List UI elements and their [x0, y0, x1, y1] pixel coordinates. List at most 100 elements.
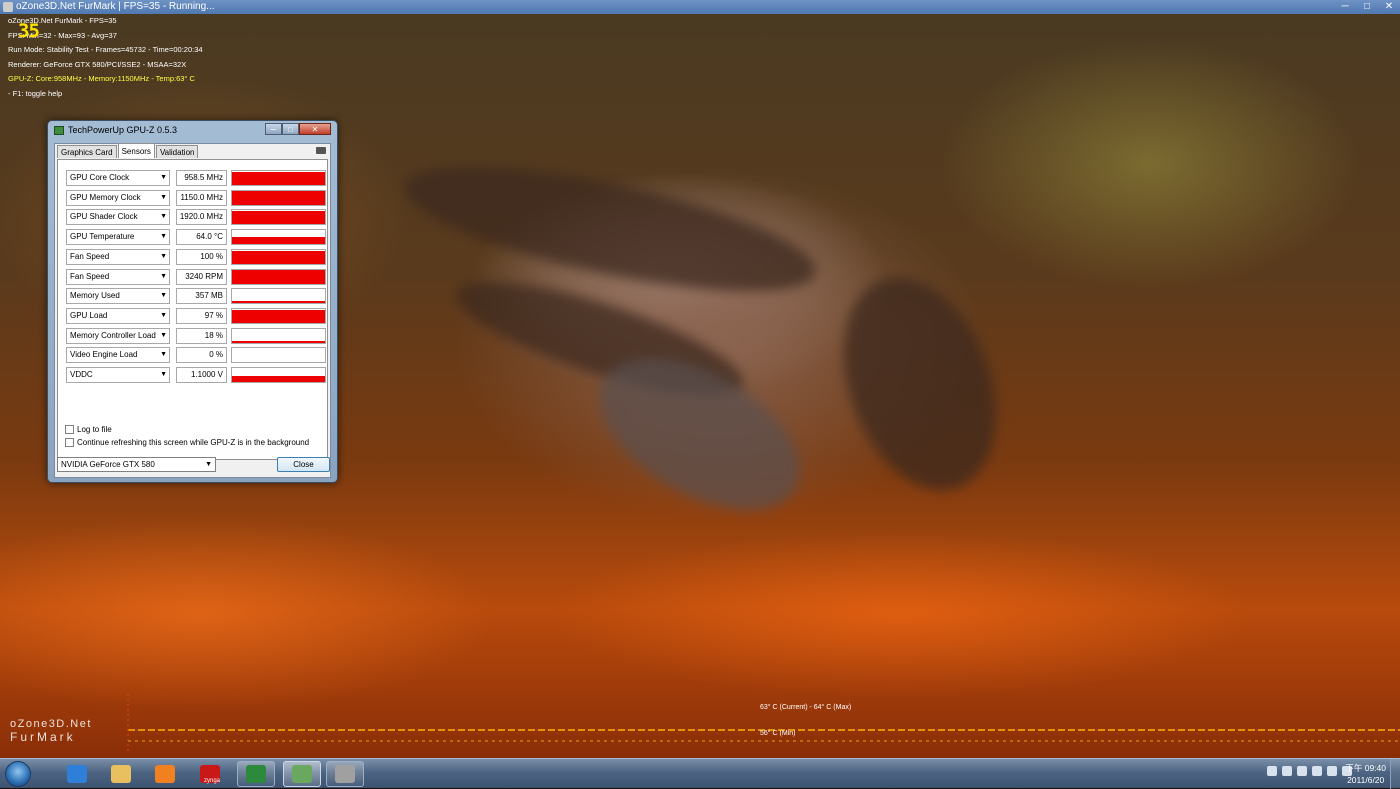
help-icon[interactable] — [1282, 766, 1292, 776]
network-monitor-icon[interactable] — [1267, 766, 1277, 776]
disc-utility-icon — [335, 765, 355, 783]
chevron-down-icon: ▼ — [160, 174, 167, 181]
furmark-titlebar[interactable]: oZone3D.Net FurMark | FPS=35 - Running..… — [0, 0, 1400, 14]
chevron-down-icon: ▼ — [160, 272, 167, 280]
gpuz-window[interactable]: TechPowerUp GPU-Z 0.5.3 ─ □ ✕ Graphics C… — [47, 120, 338, 483]
sensor-graph — [231, 307, 326, 324]
sensor-name: GPU Load — [70, 310, 108, 320]
sensor-name: GPU Core Clock — [70, 173, 130, 182]
start-button[interactable] — [5, 761, 31, 787]
action-center-flag-icon[interactable] — [1327, 766, 1337, 776]
sensor-name-select[interactable]: GPU Shader Clock ▼ — [66, 209, 170, 226]
sensor-name: Memory Controller Load — [70, 330, 156, 340]
taskbar: zynga 下午 09:40 2011/6/20 — [0, 758, 1400, 789]
gpuz-app-icon — [54, 126, 64, 135]
chevron-down-icon: ▼ — [160, 292, 167, 300]
sensor-graph — [231, 189, 326, 206]
sensor-name-select[interactable]: GPU Core Clock ▼ — [66, 170, 170, 186]
media-player-icon — [155, 765, 175, 783]
taskbar-furmark-active-button[interactable] — [283, 761, 321, 787]
logo-line1: oZone3D.Net — [10, 718, 92, 730]
overlay-gpuz-stats: GPU-Z: Core:958MHz - Memory:1150MHz - Te… — [8, 74, 195, 83]
show-desktop-button[interactable] — [1390, 759, 1400, 789]
furmark-stats-overlay: oZone3D.Net FurMark - FPS=35 FPS: Min=32… — [8, 14, 268, 101]
furmark-close-button[interactable]: ✕ — [1378, 0, 1400, 14]
gpuz-titlebar[interactable]: TechPowerUp GPU-Z 0.5.3 ─ □ ✕ — [48, 121, 337, 139]
sensors-panel: GPU Core Clock ▼ 958.5 MHz GPU Memory Clock… — [57, 159, 328, 460]
sensor-graph — [231, 229, 326, 246]
sensor-value: 357 MB — [176, 288, 227, 305]
gpuz-minimize-button[interactable]: ─ — [265, 123, 282, 135]
gpuz-tabs: Graphics Card Sensors Validation — [57, 143, 199, 159]
furmark-minimize-button[interactable]: ─ — [1334, 0, 1356, 14]
sensor-name-select[interactable]: Fan Speed ▼ — [66, 248, 170, 265]
tab-sensors[interactable]: Sensors — [117, 143, 155, 158]
overlay-fps-line: oZone3D.Net FurMark - FPS=35 — [8, 16, 117, 25]
taskbar-media-player-button[interactable] — [146, 761, 184, 787]
log-to-file-option[interactable]: Log to file — [65, 425, 112, 434]
file-explorer-icon — [111, 765, 131, 783]
gpuz-close-window-button[interactable]: ✕ — [299, 123, 331, 135]
sensor-value: 0 % — [176, 347, 227, 364]
continue-refreshing-checkbox[interactable] — [65, 438, 74, 447]
sensor-graph-fill — [232, 375, 325, 382]
sensor-name-select[interactable]: GPU Memory Clock ▼ — [66, 189, 170, 206]
fps-counter: 35 — [18, 20, 40, 42]
chevron-down-icon: ▼ — [160, 252, 167, 260]
taskbar-internet-explorer-button[interactable] — [58, 761, 96, 787]
close-button[interactable]: Close — [277, 457, 330, 472]
notification-chevron-icon[interactable] — [1297, 766, 1307, 776]
tab-graphics-card[interactable]: Graphics Card — [57, 145, 117, 158]
sensor-row: Video Engine Load ▼ 0 % — [66, 347, 328, 364]
sensor-value: 64.0 °C — [176, 229, 227, 246]
sensor-name-select[interactable]: GPU Temperature ▼ — [66, 229, 170, 246]
continue-refreshing-option[interactable]: Continue refreshing this screen while GP… — [65, 438, 309, 447]
fur-stripe — [816, 256, 1024, 512]
sensor-name-select[interactable]: VDDC ▼ — [66, 367, 170, 383]
chevron-down-icon: ▼ — [205, 461, 212, 468]
sensor-value: 958.5 MHz — [176, 170, 227, 186]
system-tray — [1267, 766, 1352, 776]
sensor-value: 97 % — [176, 307, 227, 324]
gpuz-client-area: Graphics Card Sensors Validation GPU Cor… — [54, 143, 331, 478]
taskbar-gpu-z-button[interactable] — [237, 761, 275, 787]
sensor-name-select[interactable]: Fan Speed ▼ — [66, 268, 170, 285]
taskbar-file-explorer-button[interactable] — [102, 761, 140, 787]
sensor-graph-fill — [232, 191, 325, 205]
sensor-graph-fill — [232, 237, 325, 245]
sensor-graph — [231, 347, 326, 364]
continue-refreshing-label: Continue refreshing this screen while GP… — [77, 438, 310, 447]
sensor-name: Memory Used — [70, 291, 120, 301]
sensor-row: Fan Speed ▼ 3240 RPM — [66, 268, 328, 286]
overlay-help-hint: - F1: toggle help — [8, 88, 63, 98]
furmark-active-icon — [292, 765, 312, 783]
gpuz-window-controls: ─ □ ✕ — [265, 123, 331, 135]
gpuz-maximize-button[interactable]: □ — [282, 123, 299, 135]
sensor-name-select[interactable]: Video Engine Load ▼ — [66, 347, 170, 364]
graphics-card-select[interactable]: NVIDIA GeForce GTX 580 ▼ — [57, 457, 216, 472]
temp-graph-min-label: 56° C (Min) — [760, 730, 796, 737]
camera-icon[interactable] — [316, 147, 326, 154]
sensor-name-select[interactable]: Memory Used ▼ — [66, 288, 170, 305]
volume-icon[interactable] — [1312, 766, 1322, 776]
sensor-graph — [231, 367, 326, 383]
sensor-value: 18 % — [176, 327, 227, 344]
system-clock[interactable]: 下午 09:40 2011/6/20 — [1345, 762, 1386, 786]
sensor-row: Fan Speed ▼ 100 % — [66, 248, 328, 266]
sensor-name-select[interactable]: Memory Controller Load ▼ — [66, 327, 170, 344]
overlay-renderer: Renderer: GeForce GTX 580/PCI/SSE2 - MSA… — [8, 59, 187, 69]
furmark-window-controls: ─ □ ✕ — [1334, 0, 1400, 14]
log-to-file-label: Log to file — [77, 425, 112, 434]
tab-validation[interactable]: Validation — [155, 145, 199, 158]
zynga-label: zynga — [203, 778, 220, 784]
sensor-graph-fill — [232, 340, 325, 343]
taskbar-disc-utility-button[interactable] — [326, 761, 364, 787]
log-to-file-checkbox[interactable] — [65, 425, 74, 434]
furmark-maximize-button[interactable]: □ — [1356, 0, 1378, 14]
clock-date: 2011/6/20 — [1347, 775, 1385, 785]
chevron-down-icon: ▼ — [160, 351, 167, 359]
temperature-graph — [127, 694, 1400, 754]
sensor-name-select[interactable]: GPU Load ▼ — [66, 307, 170, 324]
sensor-row: GPU Memory Clock ▼ 1150.0 MHz — [66, 189, 328, 207]
chevron-down-icon: ▼ — [160, 213, 167, 221]
